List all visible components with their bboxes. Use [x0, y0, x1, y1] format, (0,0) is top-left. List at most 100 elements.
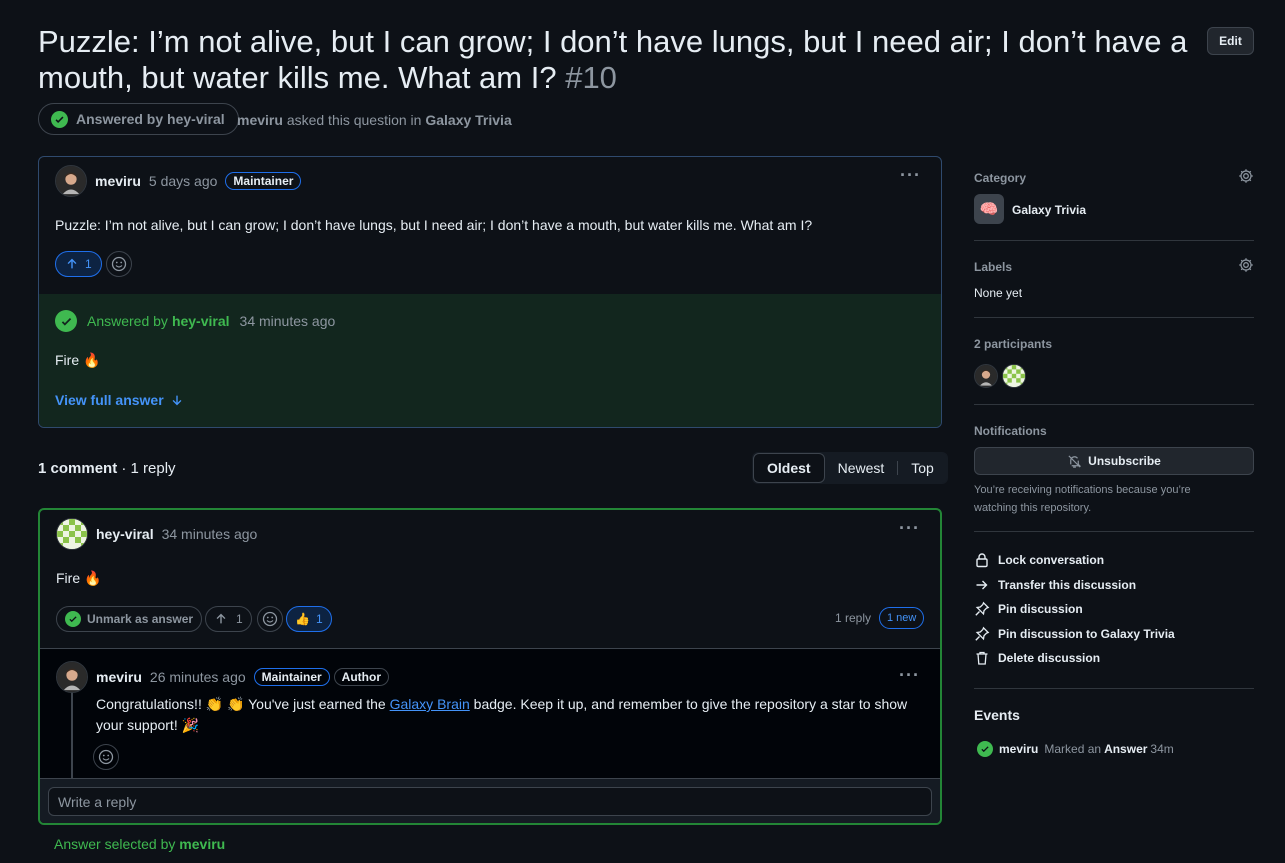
page-title: Puzzle: I’m not alive, but I can grow; I… [38, 24, 1198, 96]
avatar[interactable] [974, 364, 998, 388]
asker-link[interactable]: meviru [237, 112, 283, 128]
category-emoji-icon: 🧠 [974, 194, 1004, 224]
category-heading: Category [974, 171, 1027, 185]
smiley-icon [98, 749, 114, 765]
check-circle-icon [65, 611, 81, 627]
divider [974, 404, 1254, 405]
arrow-up-icon [216, 613, 226, 624]
divider [974, 240, 1254, 241]
answer-author[interactable]: hey-viral [172, 313, 230, 329]
arrow-right-icon [976, 580, 988, 590]
event-target[interactable]: Answer [1104, 742, 1147, 756]
thumbs-up-icon: 👍 [295, 612, 310, 626]
comments-count: 1 comment · 1 reply [38, 460, 176, 477]
more-options-icon[interactable]: ··· [899, 518, 920, 539]
divider [974, 688, 1254, 689]
category-link[interactable]: Galaxy Trivia [425, 112, 511, 128]
view-full-answer-link[interactable]: View full answer [55, 392, 184, 408]
unsubscribe-button[interactable]: Unsubscribe [974, 447, 1254, 475]
answer-preview-text: Fire 🔥 [55, 352, 101, 368]
lock-icon [976, 553, 988, 568]
smiley-icon [111, 256, 127, 272]
answer-preview: Answered by hey-viral 34 minutes ago Fir… [39, 294, 941, 427]
sort-oldest[interactable]: Oldest [753, 453, 825, 483]
event-user[interactable]: meviru [999, 742, 1038, 756]
question-author-row: meviru 5 days ago Maintainer [55, 165, 302, 197]
answer-preview-header: Answered by hey-viral 34 minutes ago [55, 310, 335, 332]
avatar[interactable] [56, 518, 88, 550]
gear-icon[interactable] [1238, 168, 1254, 184]
arrow-down-icon [172, 395, 182, 406]
unmark-answer-button[interactable]: Unmark as answer [56, 606, 203, 632]
smiley-icon [262, 611, 278, 627]
maintainer-badge: Maintainer [225, 172, 302, 190]
upvote-button[interactable]: 1 [55, 251, 102, 277]
pin-discussion-label: Pin discussion [998, 602, 1083, 616]
trash-icon [976, 651, 988, 665]
event-action: Marked an [1044, 742, 1102, 756]
avatar[interactable] [1002, 364, 1026, 388]
answered-by-label: Answered by [87, 313, 168, 329]
gear-icon[interactable] [1238, 257, 1254, 273]
avatar[interactable] [56, 661, 88, 693]
arrow-up-icon [67, 258, 77, 269]
more-options-icon[interactable]: ··· [900, 165, 921, 186]
comment-author-row: hey-viral 34 minutes ago [56, 518, 257, 550]
delete-discussion-action[interactable]: Delete discussion [974, 650, 1100, 666]
answer-comment-card: hey-viral 34 minutes ago ··· Fire 🔥 Unma… [38, 508, 942, 825]
divider [974, 531, 1254, 532]
delete-discussion-label: Delete discussion [998, 651, 1101, 665]
avatar[interactable] [55, 165, 87, 197]
add-reaction-button[interactable] [257, 606, 283, 632]
category-value[interactable]: Galaxy Trivia [1012, 203, 1086, 217]
event-time: 34m [1150, 742, 1174, 756]
participants-list [974, 364, 1026, 388]
divider [974, 317, 1254, 318]
reply-thread: meviru 26 minutes ago Maintainer Author … [40, 648, 940, 779]
answer-selected-author[interactable]: meviru [179, 836, 225, 852]
reply-author[interactable]: meviru [96, 669, 142, 685]
sort-newest[interactable]: Newest [825, 453, 898, 483]
add-reaction-button[interactable] [93, 744, 119, 770]
maintainer-badge: Maintainer [253, 668, 330, 686]
reply-count-label: · 1 reply [121, 460, 176, 477]
reply-body-start: Congratulations!! 👏 👏 You've just earned… [96, 696, 386, 712]
pin-to-category-action[interactable]: Pin discussion to Galaxy Trivia [974, 626, 1175, 642]
question-card: meviru 5 days ago Maintainer ··· Puzzle:… [38, 156, 942, 428]
answered-status-pill[interactable]: Answered by hey-viral [38, 103, 239, 135]
edit-button[interactable]: Edit [1207, 27, 1254, 55]
reply-time[interactable]: 26 minutes ago [150, 669, 246, 685]
pin-discussion-action[interactable]: Pin discussion [974, 601, 1083, 617]
author-badge: Author [333, 668, 389, 686]
new-replies-badge[interactable]: 1 new [879, 607, 925, 629]
galaxy-brain-link[interactable]: Galaxy Brain [390, 696, 470, 712]
write-reply-input[interactable]: Write a reply [48, 787, 932, 816]
upvote-count: 1 [85, 257, 92, 271]
pin-icon [975, 601, 990, 616]
comment-body: Fire 🔥 [56, 570, 102, 586]
unsubscribe-label: Unsubscribe [1088, 454, 1161, 468]
question-author[interactable]: meviru [95, 173, 141, 189]
answered-pill-label: Answered by hey-viral [76, 111, 225, 127]
question-meta: meviru asked this question in Galaxy Tri… [237, 112, 512, 128]
question-time[interactable]: 5 days ago [149, 173, 218, 189]
transfer-discussion-label: Transfer this discussion [998, 578, 1137, 592]
reply-author-row: meviru 26 minutes ago Maintainer Author [56, 661, 389, 693]
comment-time[interactable]: 34 minutes ago [162, 526, 258, 542]
add-reaction-button[interactable] [106, 251, 132, 277]
comment-author[interactable]: hey-viral [96, 526, 154, 542]
pin-icon [975, 626, 990, 641]
more-options-icon[interactable]: ··· [899, 665, 920, 686]
view-full-answer-label: View full answer [55, 392, 164, 408]
upvote-button[interactable]: 1 [205, 606, 252, 632]
thumbs-up-reaction[interactable]: 👍 1 [286, 606, 332, 632]
check-circle-icon [977, 741, 993, 757]
check-circle-icon [55, 310, 77, 332]
unmark-answer-label: Unmark as answer [87, 612, 194, 626]
transfer-discussion-action[interactable]: Transfer this discussion [974, 577, 1136, 593]
answer-time[interactable]: 34 minutes ago [240, 313, 336, 329]
sort-top[interactable]: Top [898, 453, 947, 483]
participants-heading: 2 participants [974, 337, 1053, 351]
question-body: Puzzle: I’m not alive, but I can grow; I… [55, 217, 813, 233]
lock-conversation-action[interactable]: Lock conversation [974, 552, 1104, 568]
